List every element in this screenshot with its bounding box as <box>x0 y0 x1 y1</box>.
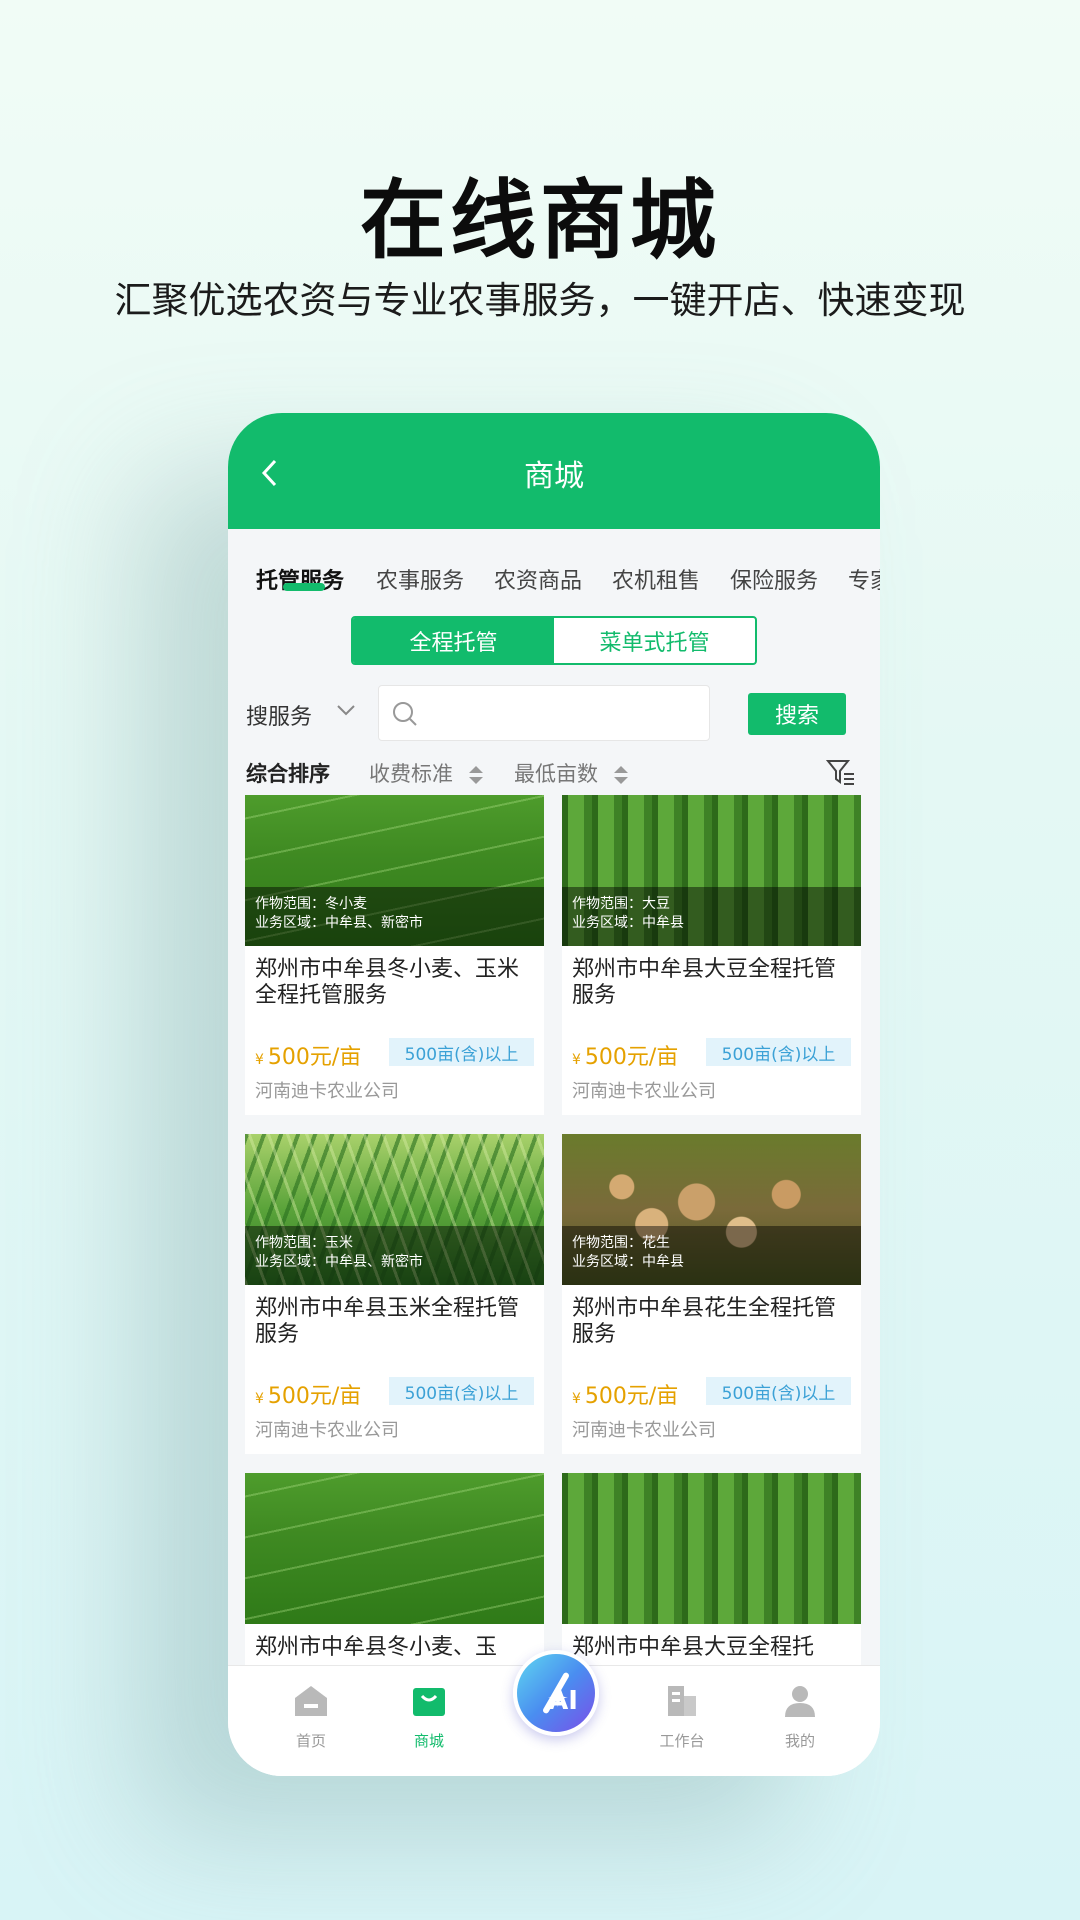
product-title: 郑州市中牟县冬小麦、玉 <box>255 1635 498 1660</box>
product-price: ¥500元/亩 <box>255 1039 361 1071</box>
product-image: 作物范围：玉米业务区域：中牟县、新密市 <box>245 1134 544 1285</box>
min-acreage-tag: 500亩(含)以上 <box>706 1038 851 1066</box>
sort-default-label: 综合排序 <box>246 762 330 786</box>
active-tab-indicator <box>283 583 325 591</box>
currency-symbol: ¥ <box>572 1391 581 1407</box>
crop-range: 作物范围：玉米 <box>255 1235 353 1251</box>
product-image: 作物范围：花生 业务区域：中牟县 <box>562 1134 861 1285</box>
sort-min-acreage[interactable]: 最低亩数 <box>514 758 629 788</box>
home-icon <box>295 1686 327 1716</box>
product-price: ¥500元/亩 <box>572 1039 678 1071</box>
product-card[interactable]: 作物范围：玉米业务区域：中牟县、新密市 郑州市中牟县玉米全程托管服务 ¥500元… <box>245 1134 544 1454</box>
price-value: 500元/亩 <box>584 1045 679 1070</box>
image-caption: 作物范围：花生 业务区域：中牟县 <box>562 1226 861 1285</box>
image-caption: 作物范围：玉米业务区域：中牟县、新密市 <box>245 1226 544 1285</box>
product-image <box>562 1473 861 1624</box>
hero-title: 在线商城 <box>360 171 720 271</box>
crop-range: 作物范围：花生 <box>572 1235 670 1251</box>
filter-icon[interactable] <box>826 758 856 786</box>
product-card[interactable]: 作物范围：冬小麦 业务区域：中牟县、新密市 郑州市中牟县冬小麦、玉米全程托管服务 … <box>245 795 544 1115</box>
hero-subtitle: 汇聚优选农资与专业农事服务，一键开店、快速变现 <box>114 279 966 322</box>
search-input[interactable] <box>378 685 710 741</box>
sort-min-acreage-label: 最低亩数 <box>514 762 598 786</box>
business-area: 业务区域：中牟县 <box>572 1254 684 1270</box>
nav-workbench-label: 工作台 <box>659 1732 705 1750</box>
product-price: ¥500元/亩 <box>255 1378 361 1410</box>
search-icon <box>393 702 417 726</box>
sort-fee[interactable]: 收费标准 <box>369 758 484 788</box>
shop-bag-icon <box>413 1688 445 1716</box>
sort-fee-label: 收费标准 <box>369 762 453 786</box>
hosting-mode-toggle: 全程托管 菜单式托管 <box>351 616 757 665</box>
business-area: 业务区域：中牟县 <box>572 915 684 931</box>
product-image <box>245 1473 544 1624</box>
menu-hosting-button[interactable]: 菜单式托管 <box>554 618 755 663</box>
currency-symbol: ¥ <box>572 1052 581 1068</box>
company-name: 河南迪卡农业公司 <box>255 1420 399 1441</box>
price-value: 500元/亩 <box>584 1384 679 1409</box>
company-name: 河南迪卡农业公司 <box>572 1081 716 1102</box>
business-area: 业务区域：中牟县、新密市 <box>255 915 423 931</box>
category-tabs: 托管服务 农事服务 农资商品 农机租售 保险服务 专家 <box>228 529 880 609</box>
product-image: 作物范围：大豆 业务区域：中牟县 <box>562 795 861 946</box>
crop-range: 作物范围：大豆 <box>572 896 670 912</box>
nav-profile-label: 我的 <box>784 1732 815 1750</box>
tab-farming-service[interactable]: 农事服务 <box>376 563 464 595</box>
image-caption: 作物范围：大豆 业务区域：中牟县 <box>562 887 861 946</box>
product-title: 郑州市中牟县大豆全程托管服务 <box>572 957 837 1008</box>
search-type-select[interactable]: 搜服务 <box>246 699 312 731</box>
tab-insurance[interactable]: 保险服务 <box>730 563 818 595</box>
nav-shop[interactable]: 商城 <box>389 1684 469 1751</box>
phone-mockup: 商城 托管服务 农事服务 农资商品 农机租售 保险服务 专家 全程托管 菜单式托… <box>228 413 880 1776</box>
product-image: 作物范围：冬小麦业务区域：中牟县、新密市 <box>245 795 544 946</box>
profile-icon <box>785 1686 815 1717</box>
sort-arrows-icon <box>613 766 628 784</box>
price-value: 500元/亩 <box>267 1045 362 1070</box>
top-bar: 商城 <box>228 413 880 529</box>
product-title: 郑州市中牟县大豆全程托 <box>572 1635 815 1660</box>
product-card[interactable]: 作物范围：花生 业务区域：中牟县 郑州市中牟县花生全程托管服务 ¥500元/亩 5… <box>562 1134 861 1454</box>
nav-home[interactable]: 首页 <box>271 1684 351 1751</box>
product-title: 郑州市中牟县玉米全程托管服务 <box>255 1296 520 1347</box>
page-title: 商城 <box>524 459 584 494</box>
tab-expert[interactable]: 专家 <box>848 563 880 595</box>
currency-symbol: ¥ <box>255 1391 264 1407</box>
product-price: ¥500元/亩 <box>572 1378 678 1410</box>
search-row: 搜服务 搜索 <box>228 683 880 743</box>
crop-range: 作物范围：冬小麦 <box>255 896 367 912</box>
min-acreage-tag: 500亩(含)以上 <box>389 1038 534 1066</box>
product-card[interactable]: 作物范围：大豆 业务区域：中牟县 郑州市中牟县大豆全程托管服务 ¥500元/亩 5… <box>562 795 861 1115</box>
image-caption: 作物范围：冬小麦业务区域：中牟县、新密市 <box>245 887 544 946</box>
nav-profile[interactable]: 我的 <box>760 1684 840 1751</box>
nav-shop-label: 商城 <box>413 1732 444 1750</box>
nav-workbench[interactable]: 工作台 <box>642 1684 722 1751</box>
business-area: 业务区域：中牟县、新密市 <box>255 1254 423 1270</box>
price-value: 500元/亩 <box>267 1384 362 1409</box>
min-acreage-tag: 500亩(含)以上 <box>389 1377 534 1405</box>
workbench-building-icon <box>668 1686 696 1716</box>
min-acreage-tag: 500亩(含)以上 <box>706 1377 851 1405</box>
sort-row: 综合排序 收费标准 最低亩数 <box>228 748 880 794</box>
full-hosting-button[interactable]: 全程托管 <box>353 618 554 663</box>
product-title: 郑州市中牟县花生全程托管服务 <box>572 1296 837 1347</box>
sort-arrows-icon <box>468 766 483 784</box>
ai-assistant-button[interactable]: ✦ AI <box>513 1650 599 1736</box>
company-name: 河南迪卡农业公司 <box>255 1081 399 1102</box>
company-name: 河南迪卡农业公司 <box>572 1420 716 1441</box>
chevron-down-icon[interactable] <box>336 703 356 717</box>
tab-agri-goods[interactable]: 农资商品 <box>494 563 582 595</box>
product-title: 郑州市中牟县冬小麦、玉米全程托管服务 <box>255 957 520 1008</box>
nav-home-label: 首页 <box>295 1732 326 1750</box>
currency-symbol: ¥ <box>255 1052 264 1068</box>
sort-default[interactable]: 综合排序 <box>246 758 330 788</box>
tab-machinery[interactable]: 农机租售 <box>612 563 700 595</box>
search-button[interactable]: 搜索 <box>748 693 846 735</box>
